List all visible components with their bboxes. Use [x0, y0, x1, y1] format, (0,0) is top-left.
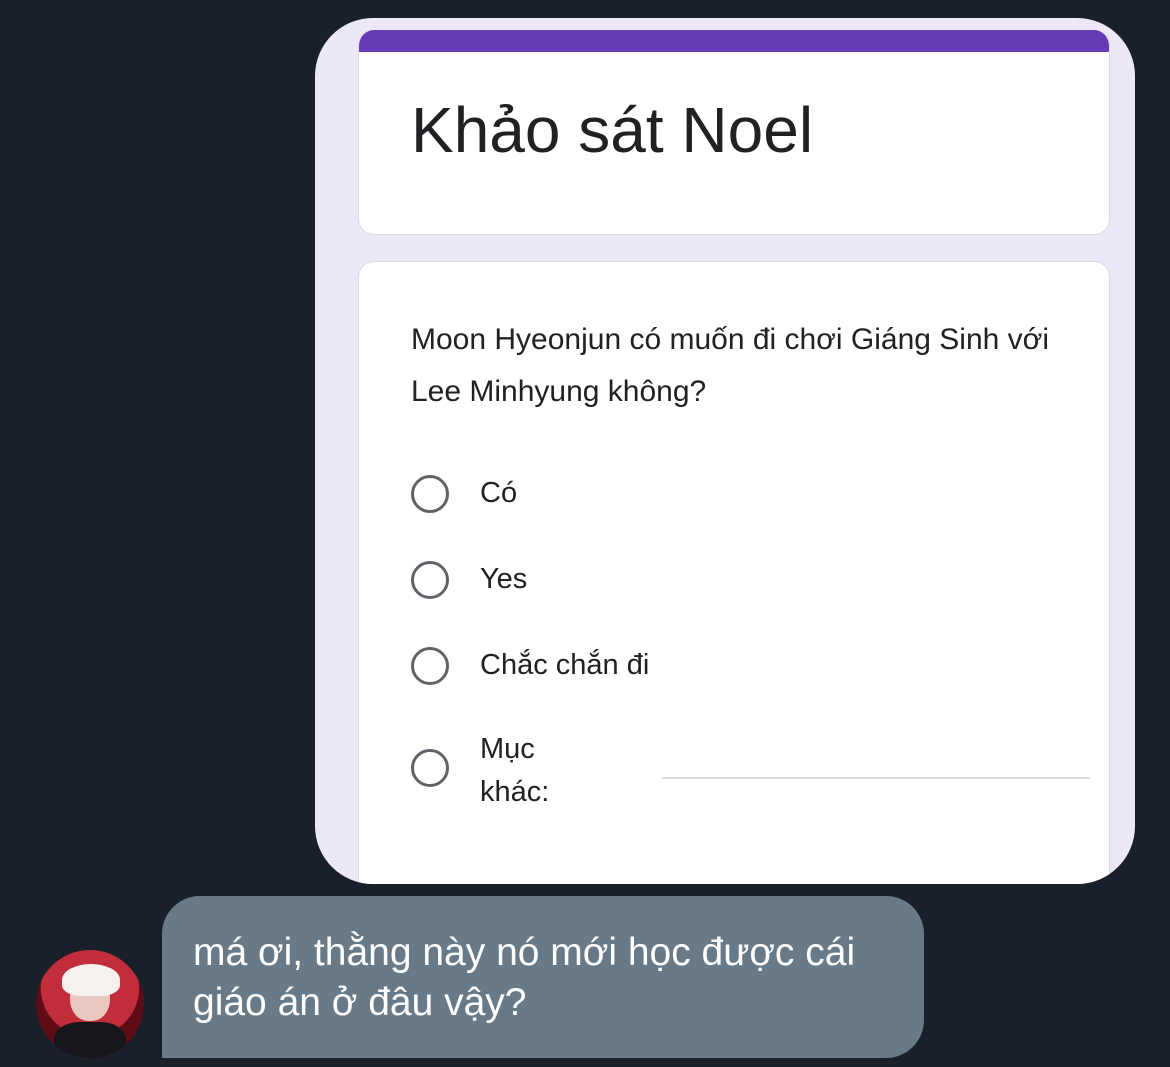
option-label: Yes: [480, 563, 528, 595]
radio-button[interactable]: [411, 749, 449, 787]
form-header-card: Khảo sát Noel: [358, 30, 1110, 235]
form-title: Khảo sát Noel: [411, 94, 814, 166]
shared-form-bubble[interactable]: Khảo sát Noel Moon Hyeonjun có muốn đi c…: [315, 18, 1135, 884]
other-option-label: Mục khác:: [480, 733, 550, 808]
form-accent-bar: [359, 30, 1109, 52]
option-label: Có: [480, 477, 518, 509]
question-card: Moon Hyeonjun có muốn đi chơi Giáng Sinh…: [358, 261, 1110, 884]
other-text-input[interactable]: [662, 777, 1090, 779]
radio-button[interactable]: [411, 561, 449, 599]
radio-button[interactable]: [411, 475, 449, 513]
question-text: Moon Hyeonjun có muốn đi chơi Giáng Sinh…: [411, 323, 1050, 408]
message-bubble[interactable]: má ơi, thằng này nó mới học được cái giá…: [162, 896, 924, 1058]
option-label: Chắc chắn đi: [480, 649, 650, 681]
avatar-body: [54, 1022, 126, 1058]
avatar-hair: [62, 964, 120, 996]
radio-button[interactable]: [411, 647, 449, 685]
message-text: má ơi, thằng này nó mới học được cái giá…: [193, 931, 856, 1024]
user-avatar[interactable]: [36, 950, 144, 1058]
